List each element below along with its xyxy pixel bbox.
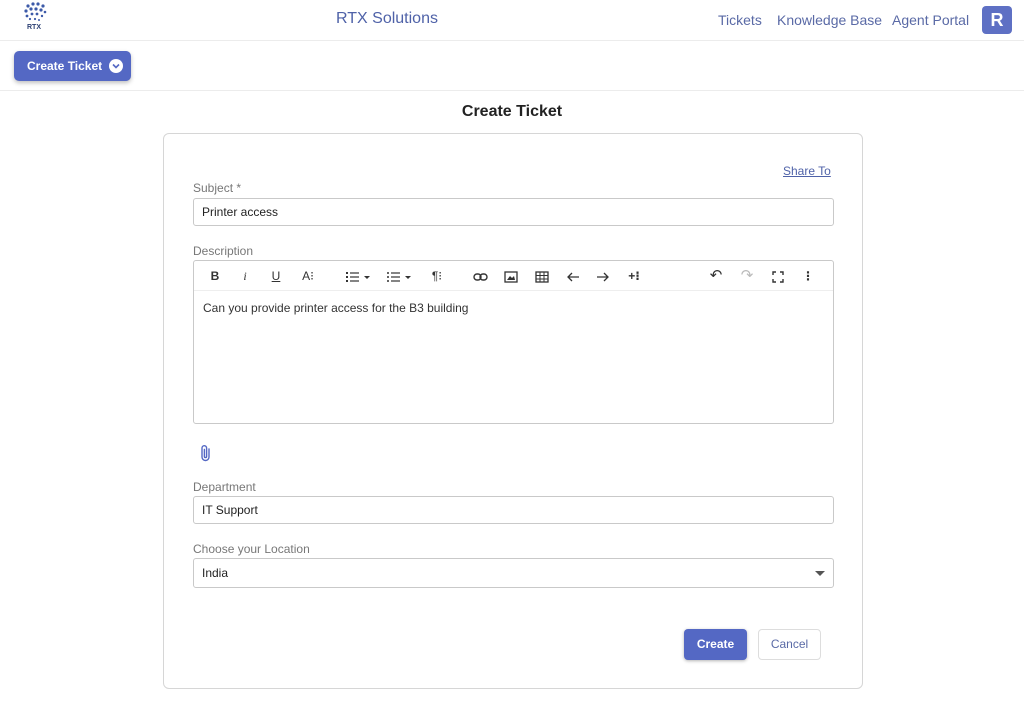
chevron-down-icon [109,59,124,73]
more-options-button[interactable]: ⋮ [801,267,815,285]
description-editor[interactable]: B i U A⁝ ¶⁝ +⁝ ↶ ↷ ⋮ Can you provide pri… [193,260,834,424]
cancel-button[interactable]: Cancel [758,629,821,660]
editor-toolbar: B i U A⁝ ¶⁝ +⁝ ↶ ↷ ⋮ [194,261,833,291]
italic-button[interactable]: i [239,267,251,285]
bullet-list-icon [387,271,411,282]
fullscreen-icon [772,271,784,283]
image-icon [504,271,518,283]
nav-tickets[interactable]: Tickets [718,12,762,28]
insert-more-button[interactable]: +⁝ [625,267,643,285]
logo-text: RTX [27,24,41,31]
location-value: India [202,566,229,580]
location-label: Choose your Location [193,542,310,556]
bullet-list-button[interactable] [385,267,413,285]
create-button[interactable]: Create [684,629,747,660]
location-select[interactable]: India [193,558,834,588]
redo-button[interactable]: ↷ [739,267,755,285]
link-icon [472,273,488,281]
ordered-list-button[interactable] [344,267,372,285]
share-to-link[interactable]: Share To [783,164,831,178]
outdent-button[interactable] [565,267,581,285]
brand-title: RTX Solutions [336,10,438,27]
nav-agent-portal[interactable]: Agent Portal [892,12,969,28]
indent-button[interactable] [595,267,611,285]
description-text[interactable]: Can you provide printer access for the B… [203,301,468,315]
arrow-left-icon [567,272,579,282]
table-button[interactable] [534,267,550,285]
paragraph-button[interactable]: ¶⁝ [429,267,445,285]
undo-button[interactable]: ↶ [708,267,724,285]
link-button[interactable] [472,267,488,285]
user-avatar[interactable]: R [982,6,1012,34]
department-input[interactable]: IT Support [193,496,834,524]
subject-input[interactable]: Printer access [193,198,834,226]
fullscreen-button[interactable] [770,267,786,285]
paperclip-icon[interactable] [199,444,213,462]
top-navbar: RTX RTX Solutions Tickets Knowledge Base… [0,0,1024,41]
create-ticket-label: Create Ticket [27,59,103,73]
create-ticket-dropdown-button[interactable]: Create Ticket [14,51,131,81]
font-size-button[interactable]: A⁝ [299,267,317,285]
table-icon [535,271,549,283]
caret-down-icon [815,571,825,576]
subject-label: Subject * [193,181,242,195]
bold-button[interactable]: B [208,267,222,285]
underline-button[interactable]: U [269,267,283,285]
ordered-list-icon [346,271,370,282]
page-title: Create Ticket [461,103,563,120]
image-button[interactable] [503,267,519,285]
arrow-right-icon [597,272,609,282]
nav-knowledge-base[interactable]: Knowledge Base [777,12,882,28]
description-label: Description [193,244,254,258]
action-bar: Create Ticket [0,41,1024,91]
create-ticket-form: Share To Subject * Printer access Descri… [163,133,863,689]
department-label: Department [193,480,256,494]
